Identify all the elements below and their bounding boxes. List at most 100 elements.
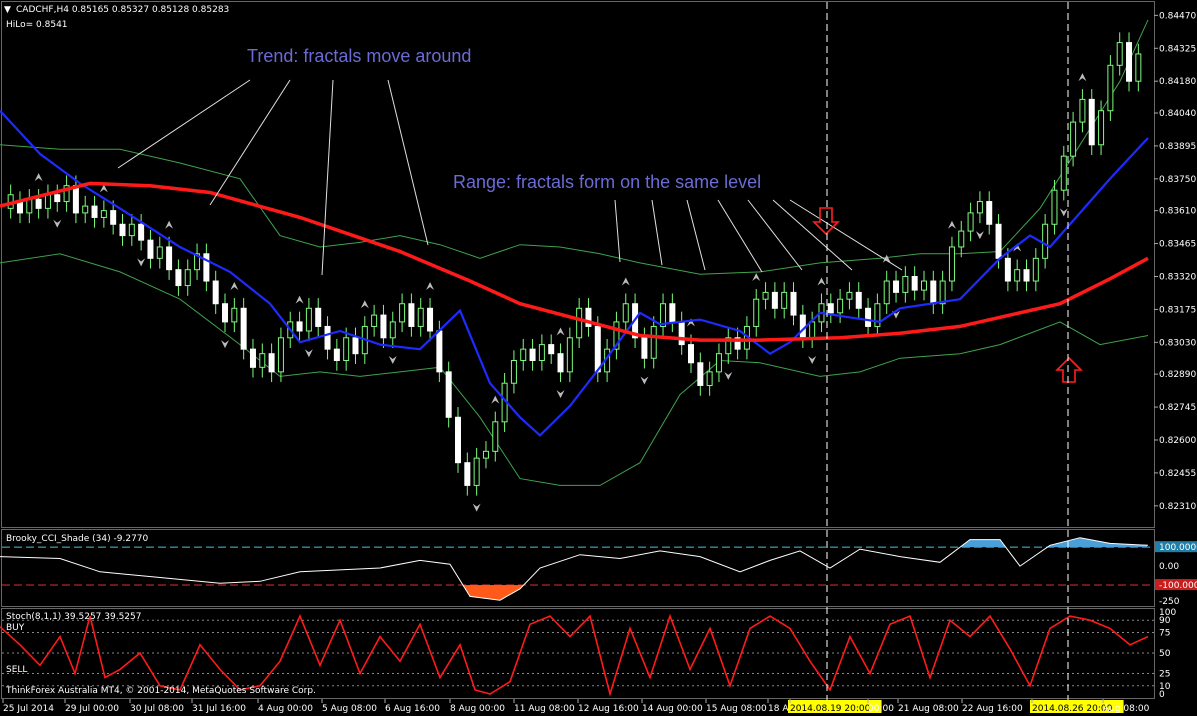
candle-body <box>1135 53 1142 82</box>
candle-body <box>184 269 191 287</box>
candle-body <box>920 280 927 291</box>
candle-body <box>706 371 713 386</box>
candle-body <box>622 303 629 323</box>
candle-body <box>510 360 517 384</box>
candle-body <box>697 362 704 386</box>
candle-body <box>492 421 499 452</box>
candle-body <box>650 325 657 359</box>
candle-body <box>277 337 284 373</box>
candle-body <box>1107 64 1114 112</box>
time-tick-label: 2014.08.19 20:00 <box>790 704 871 714</box>
dropdown-icon[interactable]: ▼ <box>4 5 11 15</box>
stoch-level-label: 25 <box>1159 670 1170 680</box>
candle-body <box>967 212 974 232</box>
fractal-down-icon <box>640 376 649 385</box>
candle-body <box>883 280 890 305</box>
candle-body <box>249 348 256 368</box>
time-tick-label: 21 Aug 08:00 <box>898 704 959 714</box>
candle-body <box>1004 257 1011 282</box>
moving-average-red <box>0 181 1149 342</box>
price-tick-label: 0.84180 <box>1159 77 1196 87</box>
cci-plot: 100.0000 0.00 -100.000 -250 <box>0 537 1197 607</box>
price-tick-label: 0.83465 <box>1159 240 1196 250</box>
chart-title: CADCHF,H4 0.85165 0.85327 0.85128 0.8528… <box>16 5 229 15</box>
time-tick-label: 6 Aug 16:00 <box>385 704 440 714</box>
buy-label: BUY <box>6 623 25 633</box>
fractal-down-icon <box>975 231 984 240</box>
candle-body <box>809 321 816 339</box>
fractal-up-icon <box>426 282 435 291</box>
candle-body <box>222 303 229 323</box>
candle-body <box>408 303 415 327</box>
time-tick-label: 22 Aug 16:00 <box>962 704 1023 714</box>
time-tick-label: 2014.08.26 20:00 <box>1032 704 1113 714</box>
candle-body <box>1042 223 1049 259</box>
candle-body <box>445 371 452 418</box>
candle-body <box>1014 269 1021 282</box>
candle-body <box>212 280 219 305</box>
candle-body <box>520 348 527 362</box>
price-tick-label: 0.84325 <box>1159 44 1196 54</box>
fractal-down-icon <box>304 349 313 358</box>
candle-body <box>119 223 126 237</box>
candle-body <box>1116 42 1123 66</box>
candle-body <box>371 314 378 327</box>
fractal-up-icon <box>360 300 369 309</box>
time-tick-label: 31 Jul 16:00 <box>192 704 246 714</box>
time-tick-label: 11 Aug 08:00 <box>514 704 575 714</box>
candle-body <box>240 307 247 350</box>
time-tick-label: 12 Aug 16:00 <box>578 704 639 714</box>
fractal-up-icon <box>817 277 826 286</box>
fractal-down-icon <box>1059 208 1068 217</box>
time-tick-label: 5 Aug 08:00 <box>322 704 377 714</box>
candle-body <box>576 307 583 339</box>
candle-body <box>837 298 844 314</box>
candle-body <box>110 210 117 225</box>
candle-body <box>753 298 760 327</box>
candle-body <box>44 194 51 209</box>
fractal-down-icon <box>724 371 733 380</box>
price-chart[interactable]: 100.00000.00-100.000-250 10090755025100 … <box>0 0 1197 716</box>
candle-body <box>930 280 937 305</box>
range-annotation: Range: fractals form on the same level <box>453 172 761 192</box>
candle-body <box>893 280 900 293</box>
candle-body <box>911 275 918 291</box>
candle-body <box>389 321 396 339</box>
main-plot <box>0 19 1149 512</box>
candle-body <box>259 353 266 368</box>
price-tick-label: 0.82890 <box>1159 370 1196 380</box>
candle-body <box>324 325 331 350</box>
price-tick-label: 0.82310 <box>1159 502 1196 512</box>
candle-body <box>417 307 424 327</box>
candle-body <box>72 185 79 214</box>
stoch-level-label: 50 <box>1159 649 1171 659</box>
price-tick-label: 0.83750 <box>1159 175 1196 185</box>
candle-body <box>976 201 983 214</box>
copyright-text: ThinkForex Australia MT4, © 2001-2014, M… <box>5 686 316 696</box>
moving-average-blue <box>0 109 1149 437</box>
candle-body <box>669 303 676 323</box>
candle-body <box>781 291 788 309</box>
candle-body <box>54 194 61 203</box>
fractal-down-icon <box>221 340 230 349</box>
time-tick-label: 14 Aug 00:00 <box>642 704 703 714</box>
candle-body <box>203 253 210 282</box>
price-tick-label: 0.83320 <box>1159 272 1196 282</box>
candle-body <box>902 275 909 293</box>
stoch-title: Stoch(8,1,1) 39.5257 39.5257 <box>6 612 141 622</box>
candle-body <box>100 210 107 218</box>
fractal-up-icon <box>752 272 761 281</box>
time-tick-label: Aug 08:00 <box>1103 704 1150 714</box>
candle-body <box>1098 110 1105 146</box>
candle-body <box>594 325 601 373</box>
fractal-up-icon <box>34 173 43 182</box>
candle-body <box>1088 98 1095 146</box>
candle-body <box>147 239 154 259</box>
candle-body <box>641 337 648 359</box>
candle-body <box>464 462 471 486</box>
fractal-down-icon <box>556 390 565 399</box>
candle-body <box>865 307 872 327</box>
fractal-up-icon <box>556 327 565 336</box>
fractal-up-icon <box>295 295 304 304</box>
time-tick-label: 00:00 <box>868 704 894 714</box>
